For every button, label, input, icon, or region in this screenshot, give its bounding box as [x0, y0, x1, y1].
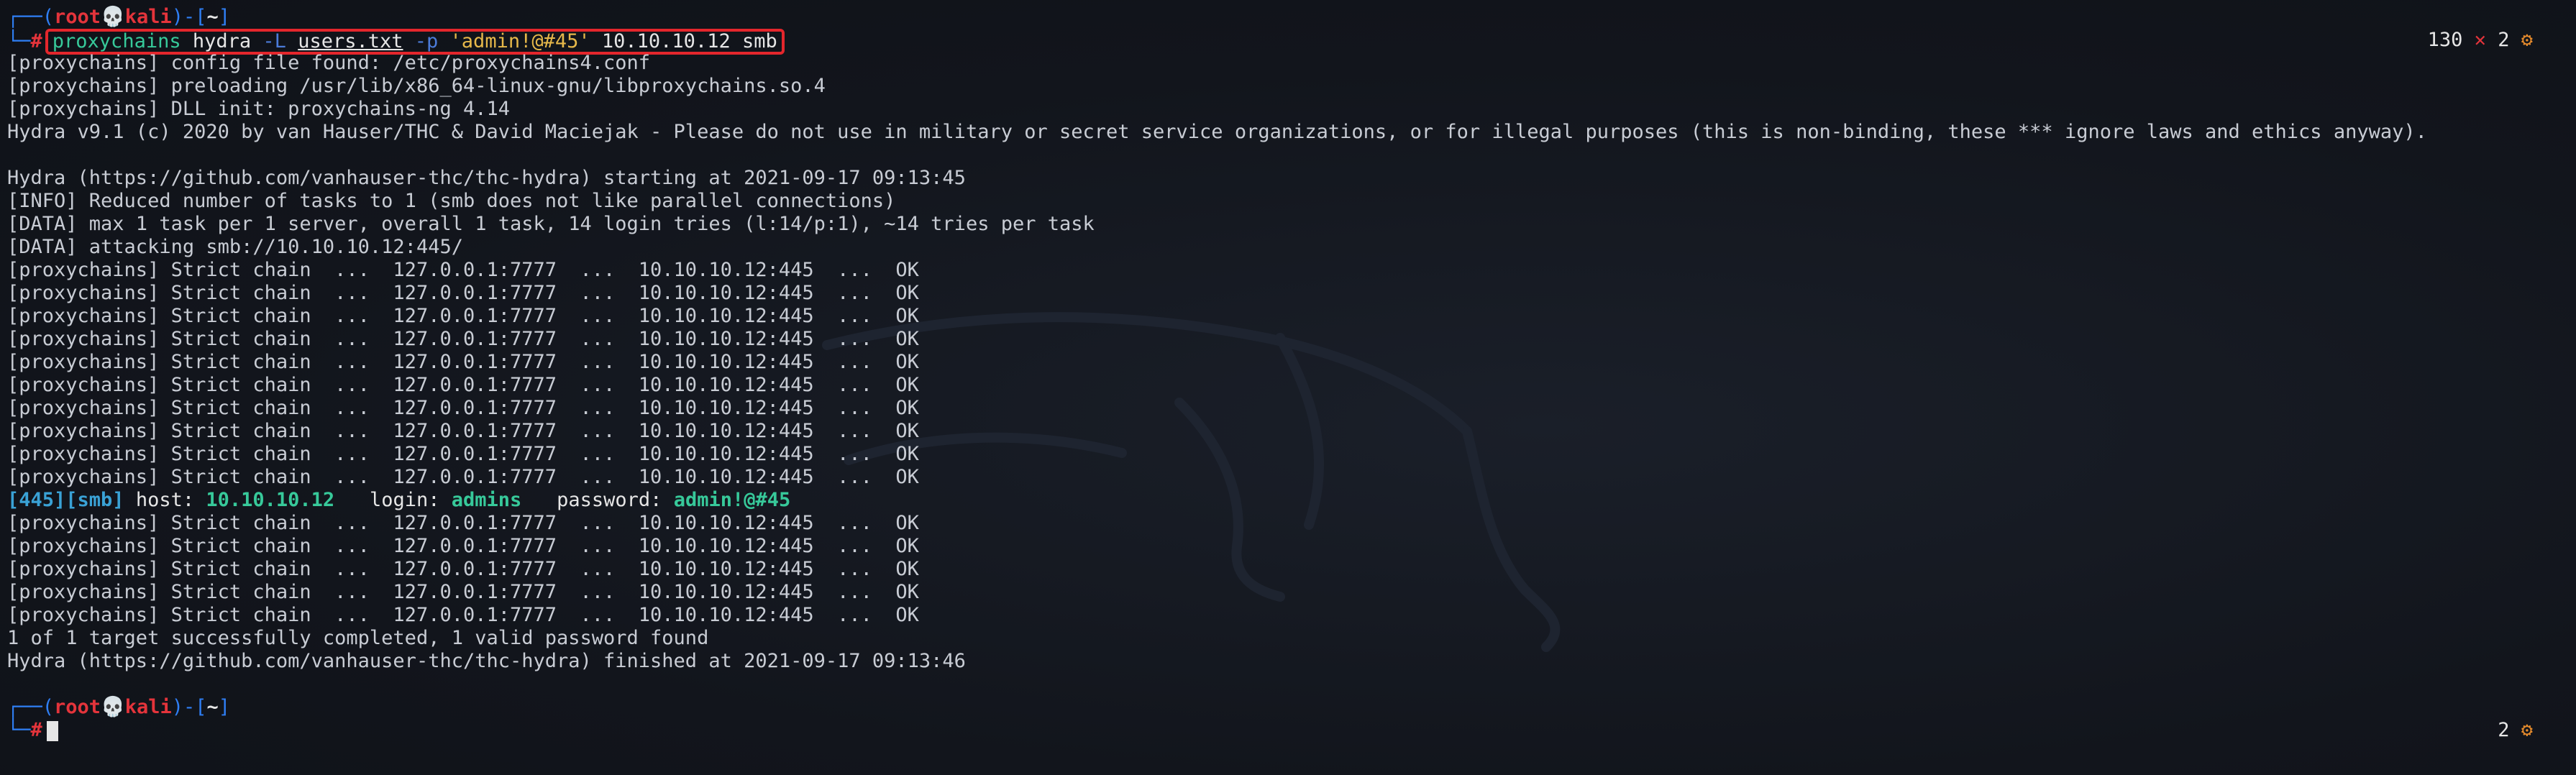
cmd-service: smb	[741, 30, 777, 52]
command-line: └─# proxychains hydra -L users.txt -p 'ad…	[7, 29, 2569, 55]
chain-line: [proxychains] Strict chain ... 127.0.0.1…	[7, 305, 919, 327]
terminal-window[interactable]: ┌──(root💀kali)-[~] └─# proxychains hydra …	[0, 0, 2576, 775]
chain-line: [proxychains] Strict chain ... 127.0.0.1…	[7, 466, 919, 488]
cmd-tool: hydra	[192, 30, 252, 52]
prompt-hash: #	[30, 30, 42, 52]
status-bottom: 2 ⚙	[2498, 719, 2533, 742]
chain-line: [proxychains] Strict chain ... 127.0.0.1…	[7, 374, 919, 396]
cmd-users-file: users.txt	[298, 30, 403, 52]
text-cursor[interactable]	[46, 720, 58, 741]
chain-line: [proxychains] Strict chain ... 127.0.0.1…	[7, 535, 919, 557]
output-line: [proxychains] DLL init: proxychains-ng 4…	[7, 98, 510, 120]
prompt-user: root	[54, 696, 101, 718]
prompt-dir: ~	[206, 6, 219, 28]
gear-icon: ⚙	[2521, 719, 2533, 741]
hit-password-label: password:	[557, 489, 662, 511]
output-line: [proxychains] config file found: /etc/pr…	[7, 52, 651, 74]
chain-line: [proxychains] Strict chain ... 127.0.0.1…	[7, 443, 919, 465]
chain-line: [proxychains] Strict chain ... 127.0.0.1…	[7, 351, 919, 373]
chain-line: [proxychains] Strict chain ... 127.0.0.1…	[7, 328, 919, 350]
prompt-hash: #	[30, 719, 42, 741]
output-line: [DATA] attacking smb://10.10.10.12:445/	[7, 236, 463, 258]
prompt-host: kali	[124, 6, 172, 28]
chain-line: [proxychains] Strict chain ... 127.0.0.1…	[7, 397, 919, 419]
chain-line: [proxychains] Strict chain ... 127.0.0.1…	[7, 282, 919, 304]
chain-line: [proxychains] Strict chain ... 127.0.0.1…	[7, 259, 919, 281]
prompt-header: ┌──(root💀kali)-[~]	[7, 696, 231, 718]
hit-host: 10.10.10.12	[206, 489, 335, 511]
active-command-line[interactable]: └─#	[7, 719, 2569, 742]
chain-line: [proxychains] Strict chain ... 127.0.0.1…	[7, 604, 919, 626]
highlighted-command[interactable]: proxychains hydra -L users.txt -p 'admin…	[45, 29, 785, 55]
hit-port: [445]	[7, 489, 66, 511]
chain-line: [proxychains] Strict chain ... 127.0.0.1…	[7, 581, 919, 603]
output-line: 1 of 1 target successfully completed, 1 …	[7, 627, 709, 649]
output-line: Hydra (https://github.com/vanhauser-thc/…	[7, 167, 966, 189]
hit-login: admins	[451, 489, 522, 511]
close-icon: ✕	[2474, 29, 2486, 51]
output-line: Hydra (https://github.com/vanhauser-thc/…	[7, 650, 966, 672]
hit-login-label: login:	[369, 489, 440, 511]
cmd-flag-p: -p	[414, 30, 439, 52]
prompt-host: kali	[124, 696, 172, 718]
prompt-header: ┌──(root💀kali)-[~]	[7, 6, 231, 28]
output-line: [DATA] max 1 task per 1 server, overall …	[7, 213, 1095, 235]
output-line: Hydra v9.1 (c) 2020 by van Hauser/THC & …	[7, 121, 2427, 143]
skull-icon: 💀	[101, 6, 125, 28]
hit-service: [smb]	[65, 489, 124, 511]
cmd-flag-l: -L	[262, 30, 286, 52]
chain-line: [proxychains] Strict chain ... 127.0.0.1…	[7, 512, 919, 534]
job-count: 2	[2498, 719, 2510, 741]
chain-line: [proxychains] Strict chain ... 127.0.0.1…	[7, 558, 919, 580]
output-line: [proxychains] preloading /usr/lib/x86_64…	[7, 75, 826, 97]
status-top: 130 ✕ 2 ⚙	[2428, 29, 2533, 52]
chain-line: [proxychains] Strict chain ... 127.0.0.1…	[7, 420, 919, 442]
job-count: 2	[2498, 29, 2510, 51]
hit-host-label: host:	[135, 489, 195, 511]
prompt-user: root	[54, 6, 101, 28]
cmd-target: 10.10.10.12	[601, 30, 731, 52]
found-credential-line: [445][smb] host: 10.10.10.12 login: admi…	[7, 489, 2569, 512]
skull-icon: 💀	[101, 696, 125, 718]
exit-code: 130	[2427, 29, 2463, 51]
gear-icon: ⚙	[2521, 29, 2533, 51]
cmd-password-arg: 'admin!@#45'	[449, 30, 590, 52]
prompt-dir: ~	[206, 696, 219, 718]
hit-password: admin!@#45	[673, 489, 791, 511]
output-line: [INFO] Reduced number of tasks to 1 (smb…	[7, 190, 896, 212]
terminal-output: ┌──(root💀kali)-[~] └─# proxychains hydra …	[7, 6, 2569, 742]
cmd-bin: proxychains	[52, 30, 181, 52]
